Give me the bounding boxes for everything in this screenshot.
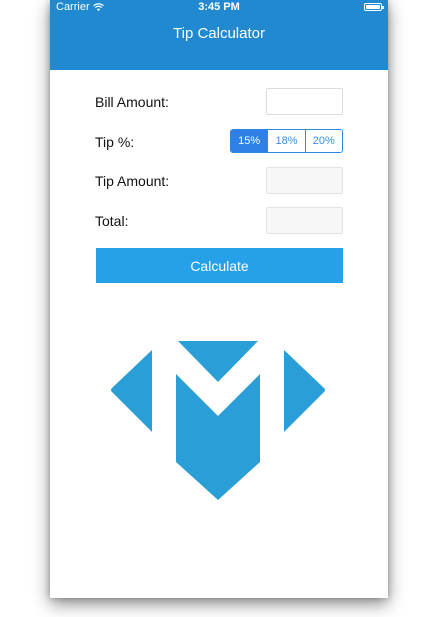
tip-amount-field [266,167,343,194]
bill-amount-row: Bill Amount: [95,88,343,116]
tip-percent-row: Tip %: 15% 18% 20% [95,128,343,156]
total-field [266,207,343,234]
total-label: Total: [95,213,129,229]
battery-icon [364,3,384,11]
page-title: Tip Calculator [173,25,265,42]
app-window: Carrier 3:45 PM Tip Calculator Bill Amou… [50,0,388,598]
status-time: 3:45 PM [198,1,240,13]
tip-amount-row: Tip Amount: [95,167,343,195]
calculate-button[interactable]: Calculate [96,248,343,283]
tip-option-20[interactable]: 20% [305,130,342,152]
tip-amount-label: Tip Amount: [95,173,170,189]
tip-percent-selector: 15% 18% 20% [230,129,343,153]
tip-percent-label: Tip %: [95,134,135,150]
logo-top-triangle [178,341,258,382]
tip-option-18[interactable]: 18% [268,130,306,152]
logo-right-triangle [284,350,325,432]
m-chevron-logo-icon [111,341,325,500]
status-bar: Carrier 3:45 PM [50,0,388,14]
logo-center-chevron [176,374,260,500]
navigation-bar: Tip Calculator [50,14,388,70]
tip-option-15[interactable]: 15% [231,130,269,152]
bill-amount-input[interactable] [266,88,343,115]
bill-amount-label: Bill Amount: [95,94,169,110]
screen-background: Carrier 3:45 PM Tip Calculator Bill Amou… [0,0,436,617]
total-row: Total: [95,207,343,235]
logo-left-triangle [111,350,152,432]
